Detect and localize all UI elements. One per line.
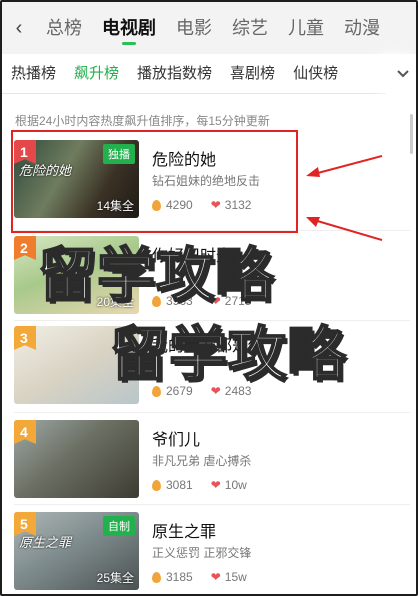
tab-tv-series[interactable]: 电视剧 [92, 2, 166, 54]
episode-count: 25集全 [96, 571, 134, 585]
list-item[interactable]: 5 原生之罪 自制 25集全 原生之罪 正义惩罚 正邪交锋 3185 ❤ 15w [14, 512, 410, 590]
subtab-comedy[interactable]: 喜剧榜 [221, 54, 284, 94]
flame-icon [152, 479, 161, 491]
heart-icon: ❤ [210, 478, 221, 492]
tab-variety[interactable]: 综艺 [222, 2, 278, 54]
scrollbar[interactable] [410, 114, 413, 154]
heat-value: 3185 [166, 570, 193, 584]
rank-badge: 2 [14, 236, 36, 260]
item-title: 原生之罪 [152, 524, 217, 541]
item-description: 非凡兄弟 虐心搏杀 [152, 454, 252, 468]
ranking-note: 根据24小时内容热度飙升值排序，每15分钟更新 [15, 114, 270, 128]
item-description: 正义惩罚 正邪交锋 [152, 546, 252, 560]
chevron-down-icon[interactable] [386, 54, 416, 94]
rank-badge: 3 [14, 326, 36, 350]
divider [14, 504, 410, 505]
like-count: 15w [224, 570, 247, 584]
tab-kids[interactable]: 儿童 [278, 2, 334, 54]
item-stats: 3185 ❤ 15w [152, 570, 265, 584]
annotation-arrow-icon [306, 155, 383, 177]
watermark-text: 留学攻略 [37, 240, 275, 310]
subtab-xianxia[interactable]: 仙侠榜 [284, 54, 347, 94]
heart-icon: ❤ [210, 570, 221, 584]
poster-title: 原生之罪 [19, 535, 72, 550]
subtab-hot[interactable]: 热播榜 [2, 54, 65, 94]
flame-icon [152, 571, 161, 583]
annotation-arrow-icon [306, 217, 383, 241]
rank-badge: 4 [14, 420, 36, 444]
back-icon[interactable]: ‹ [2, 2, 36, 54]
item-title: 爷们儿 [152, 432, 201, 449]
poster: 5 原生之罪 自制 25集全 [14, 512, 139, 590]
tab-anime[interactable]: 动漫 [334, 2, 390, 54]
highlight-box [11, 130, 298, 233]
sub-nav: 热播榜 飙升榜 播放指数榜 喜剧榜 仙侠榜 [2, 54, 416, 94]
list-item[interactable]: 4 爷们儿 非凡兄弟 虐心搏杀 3081 ❤ 10w [14, 420, 410, 498]
subtab-rising[interactable]: 飙升榜 [65, 54, 128, 94]
tab-movies[interactable]: 电影 [166, 2, 222, 54]
item-stats: 3081 ❤ 10w [152, 478, 265, 492]
watermark-text: 留学攻略 [109, 319, 347, 389]
heat-value: 3081 [166, 478, 193, 492]
top-nav: ‹ 总榜 电视剧 电影 综艺 儿童 动漫 [2, 2, 416, 54]
divider [14, 412, 410, 413]
poster: 4 [14, 420, 139, 498]
tab-overall[interactable]: 总榜 [36, 2, 92, 54]
status-badge: 自制 [103, 516, 135, 536]
subtab-play-index[interactable]: 播放指数榜 [128, 54, 221, 94]
like-count: 10w [224, 478, 247, 492]
app-frame: ‹ 总榜 电视剧 电影 综艺 儿童 动漫 热播榜 飙升榜 播放指数榜 喜剧榜 仙… [0, 0, 418, 596]
